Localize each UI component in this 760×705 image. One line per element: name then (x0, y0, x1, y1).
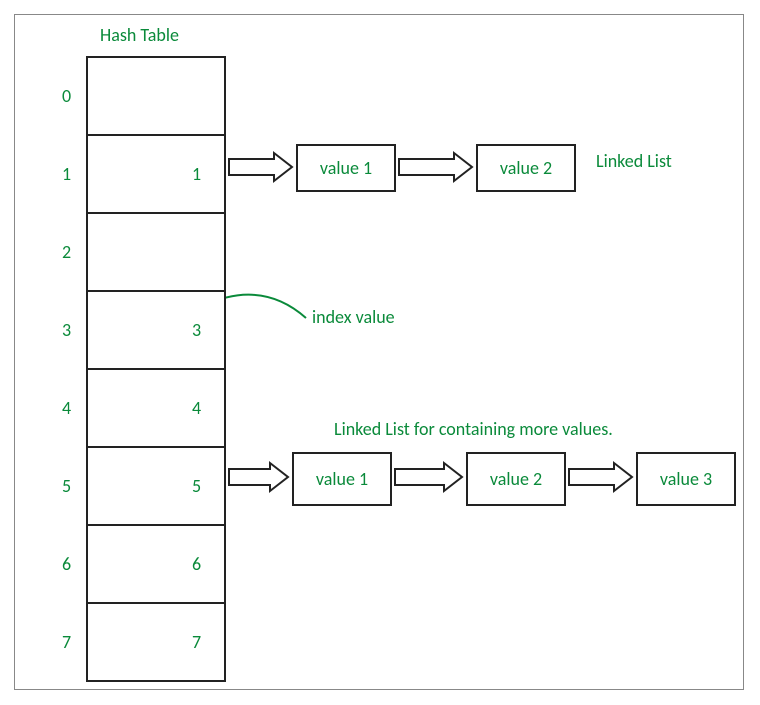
bucket-index-label: 6 (62, 553, 71, 575)
bucket-stored-index: 7 (192, 631, 201, 653)
bucket-stored-index: 6 (192, 553, 201, 575)
link-arrow-icon (398, 152, 474, 184)
bucket-index-label: 1 (62, 163, 71, 185)
bucket-stored-index: 1 (192, 163, 201, 185)
bucket-cell (86, 290, 226, 370)
link-arrow-icon (394, 462, 464, 494)
bucket-index-label: 4 (62, 397, 71, 419)
bucket-index-label: 0 (62, 85, 71, 107)
link-arrow-icon (228, 462, 290, 494)
linked-list-node: value 1 (292, 452, 392, 506)
bucket-cell (86, 446, 226, 526)
bucket-stored-index: 5 (192, 475, 201, 497)
linked-list-node: value 2 (476, 144, 576, 192)
bucket-cell (86, 56, 226, 136)
bucket-stored-index: 3 (192, 319, 201, 341)
linked-list-node: value 3 (636, 452, 736, 506)
link-arrow-icon (568, 462, 634, 494)
bucket-cell (86, 134, 226, 214)
bucket-index-label: 7 (62, 631, 71, 653)
bucket-cell (86, 368, 226, 448)
link-arrow-icon (228, 152, 294, 184)
bucket-cell (86, 212, 226, 292)
linked-list-node: value 2 (466, 452, 566, 506)
linked-list-node: value 1 (296, 144, 396, 192)
bucket-cell (86, 602, 226, 682)
bucket-index-label: 5 (62, 475, 71, 497)
bucket-index-label: 3 (62, 319, 71, 341)
bucket-stored-index: 4 (192, 397, 201, 419)
bucket-cell (86, 524, 226, 604)
bucket-index-label: 2 (62, 241, 71, 263)
